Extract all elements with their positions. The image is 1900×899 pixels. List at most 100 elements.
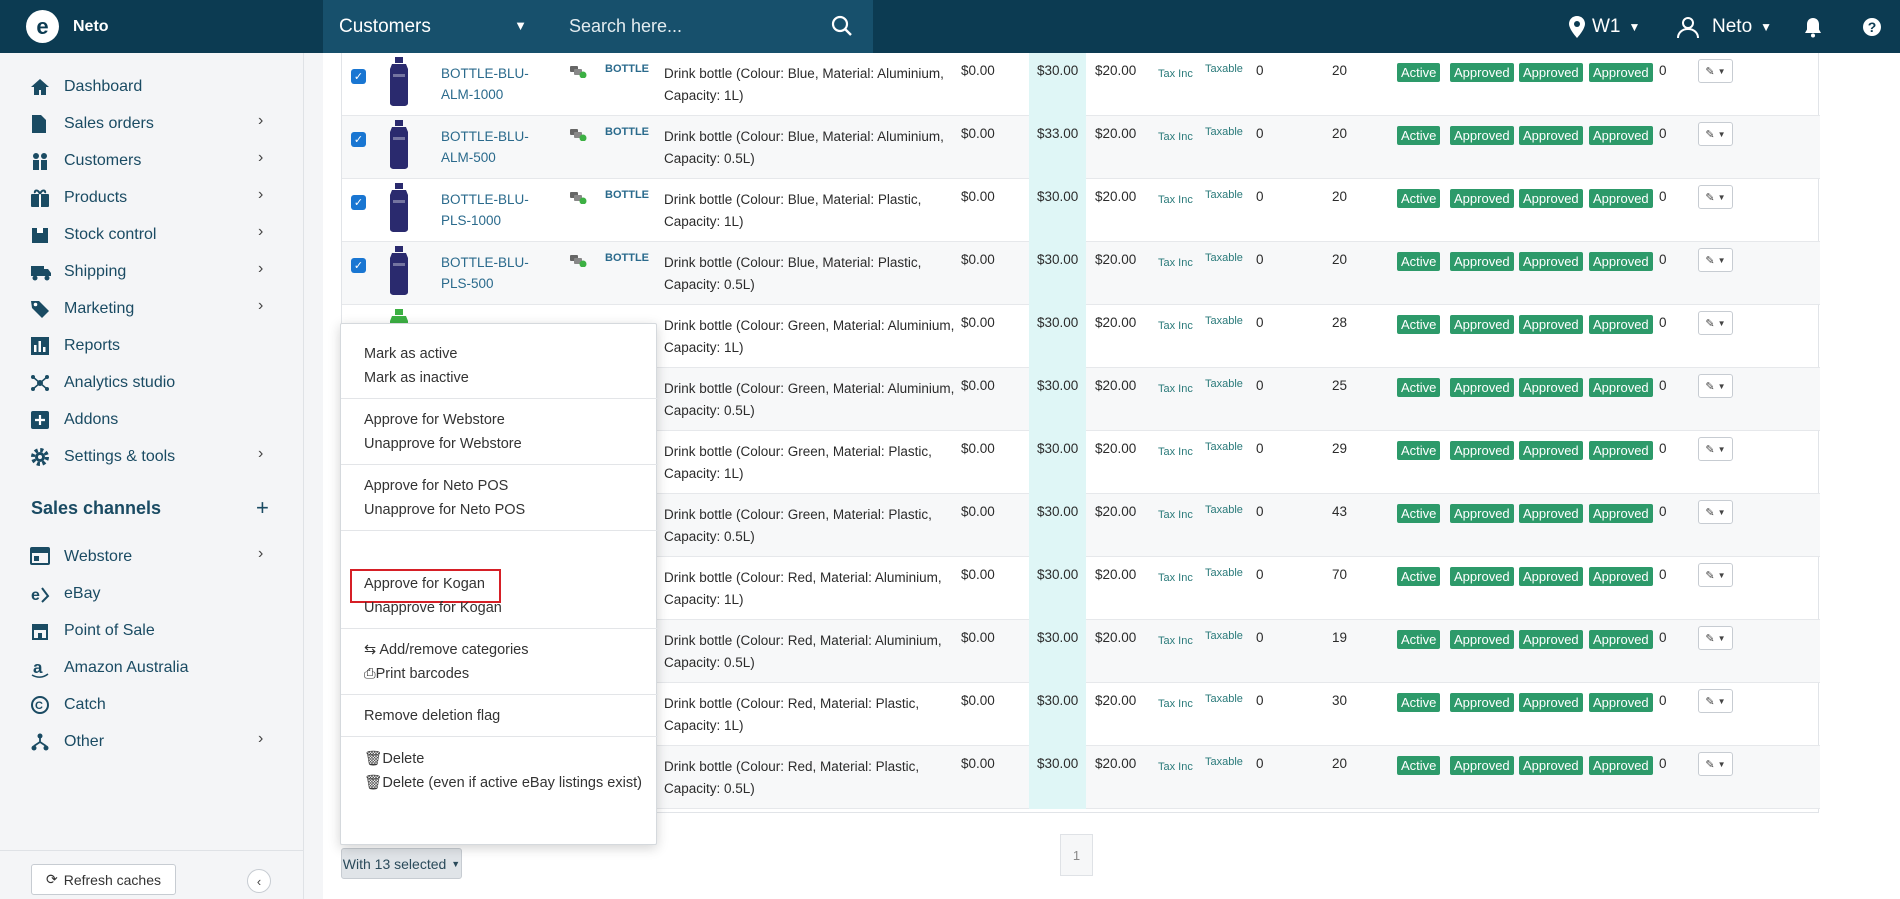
refresh-icon: ⟳	[45, 871, 58, 887]
menu-approve-webstore[interactable]: Approve for Webstore	[364, 412, 505, 428]
channel-item-ebay[interactable]: e eBay	[0, 578, 304, 610]
edit-button[interactable]: ✎ ▼	[1698, 437, 1733, 461]
collapse-sidebar-button[interactable]: ‹	[247, 869, 271, 893]
nav-label: Shipping	[64, 263, 127, 280]
row-checkbox[interactable]: ✓	[351, 69, 366, 84]
menu-delete-label: Delete	[382, 751, 425, 767]
edit-button[interactable]: ✎ ▼	[1698, 563, 1733, 587]
tax-inc: Tax Inc	[1158, 194, 1193, 206]
bulk-actions-label: With 13 selected	[342, 855, 447, 872]
nav-label: Stock control	[64, 226, 157, 243]
edit-button[interactable]: ✎ ▼	[1698, 122, 1733, 146]
edit-button[interactable]: ✎ ▼	[1698, 185, 1733, 209]
sidebar-item-customers[interactable]: Customers ›	[0, 145, 304, 177]
sidebar-item-dashboard[interactable]: Dashboard	[0, 71, 304, 103]
product-thumbnail	[384, 56, 414, 106]
qty-other: 0	[1659, 378, 1667, 393]
menu-categories[interactable]: ⇆ Add/remove categories	[364, 642, 529, 658]
channel-item-webstore[interactable]: Webstore ›	[0, 541, 304, 573]
menu-mark-active[interactable]: Mark as active	[364, 346, 457, 362]
menu-delete[interactable]: 🗑Delete	[364, 750, 424, 767]
sidebar-item-marketing[interactable]: Marketing ›	[0, 293, 304, 325]
qty-committed: 0	[1256, 756, 1264, 771]
brand[interactable]: e Neto	[26, 10, 109, 43]
search-icon[interactable]	[831, 15, 853, 37]
help-button[interactable]: ?	[1862, 0, 1882, 53]
edit-button[interactable]: ✎ ▼	[1698, 626, 1733, 650]
product-name: Drink bottle (Colour: Blue, Material: Pl…	[664, 255, 922, 292]
pagination-page[interactable]: 1	[1060, 834, 1093, 876]
table-row[interactable]: ✓ BOTTLE-BLU-ALM-500 BOTTLE Drink bottle (C…	[342, 116, 1820, 179]
refresh-caches-button[interactable]: ⟳ Refresh caches	[31, 864, 176, 895]
menu-approve-kogan[interactable]: Approve for Kogan	[364, 576, 485, 592]
qty-available: 20	[1332, 252, 1348, 267]
taxable: Taxable	[1205, 693, 1243, 705]
taxable: Taxable	[1205, 441, 1243, 453]
sidebar-item-shipping[interactable]: Shipping ›	[0, 256, 304, 288]
qty-committed: 0	[1256, 252, 1264, 267]
nav-label: Webstore	[64, 548, 133, 565]
table-row[interactable]: ✓ BOTTLE-BLU-ALM-1000 BOTTLE Drink bottle (…	[342, 53, 1820, 116]
section-select[interactable]: Customers ▼	[323, 0, 545, 53]
taxable: Taxable	[1205, 630, 1243, 642]
qty-other: 0	[1659, 315, 1667, 330]
menu-unapprove-pos[interactable]: Unapprove for Neto POS	[364, 502, 525, 518]
approved-badge: Approved	[1589, 693, 1653, 712]
edit-button[interactable]: ✎ ▼	[1698, 248, 1733, 272]
channel-item-catch[interactable]: C Catch	[0, 689, 304, 721]
channel-item-amazon-australia[interactable]: a Amazon Australia	[0, 652, 304, 684]
user-menu[interactable]: Neto ▼	[1676, 0, 1772, 53]
add-channel-icon[interactable]: +	[256, 495, 269, 521]
table-row[interactable]: ✓ BOTTLE-BLU-PLS-500 BOTTLE Drink bottle (C…	[342, 242, 1820, 305]
menu-approve-pos[interactable]: Approve for Neto POS	[364, 478, 508, 494]
sidebar-item-products[interactable]: Products ›	[0, 182, 304, 214]
edit-button[interactable]: ✎ ▼	[1698, 752, 1733, 776]
product-sku-link[interactable]: BOTTLE-BLU-PLS-1000	[441, 189, 556, 231]
table-row[interactable]: ✓ BOTTLE-BLU-PLS-1000 BOTTLE Drink bottle (…	[342, 179, 1820, 242]
bulk-actions-button[interactable]: With 13 selected ▼	[341, 848, 462, 879]
channel-item-point-of-sale[interactable]: Point of Sale	[0, 615, 304, 647]
price-cost: $0.00	[961, 630, 995, 645]
edit-button[interactable]: ✎ ▼	[1698, 689, 1733, 713]
sidebar-item-addons[interactable]: Addons	[0, 404, 304, 436]
menu-print-barcodes-label: Print barcodes	[375, 666, 470, 682]
qty-available: 20	[1332, 126, 1348, 141]
row-checkbox[interactable]: ✓	[351, 195, 366, 210]
channel-item-other[interactable]: Other ›	[0, 726, 304, 758]
menu-remove-deletion-flag[interactable]: Remove deletion flag	[364, 708, 500, 724]
price-rrp: $30.00	[1037, 567, 1079, 582]
menu-print-barcodes[interactable]: ⎙Print barcodes	[364, 666, 469, 682]
price-rrp: $30.00	[1037, 252, 1079, 267]
menu-unapprove-webstore[interactable]: Unapprove for Webstore	[364, 436, 522, 452]
menu-mark-inactive[interactable]: Mark as inactive	[364, 370, 469, 386]
product-sku-link[interactable]: BOTTLE-BLU-PLS-500	[441, 252, 556, 294]
status-badge: Active	[1397, 252, 1441, 271]
notifications-button[interactable]	[1803, 0, 1823, 53]
search-input[interactable]: Search here...	[545, 0, 873, 53]
sidebar-item-settings-tools[interactable]: Settings & tools ›	[0, 441, 304, 473]
edit-button[interactable]: ✎ ▼	[1698, 311, 1733, 335]
menu-delete-force[interactable]: 🗑Delete (even if active eBay listings ex…	[364, 774, 642, 791]
edit-icon: ✎	[1705, 506, 1715, 519]
user-label: Neto	[1712, 15, 1753, 37]
taxable: Taxable	[1205, 63, 1243, 75]
sidebar-item-analytics-studio[interactable]: Analytics studio	[0, 367, 304, 399]
edit-icon: ✎	[1705, 317, 1715, 330]
row-checkbox[interactable]: ✓	[351, 132, 366, 147]
webstore-icon	[30, 547, 52, 567]
edit-button[interactable]: ✎ ▼	[1698, 59, 1733, 83]
location-select[interactable]: W1 ▼	[1568, 0, 1640, 53]
nav-label: Amazon Australia	[64, 659, 189, 676]
edit-button[interactable]: ✎ ▼	[1698, 374, 1733, 398]
product-sku-link[interactable]: BOTTLE-BLU-ALM-500	[441, 126, 556, 168]
menu-unapprove-kogan[interactable]: Unapprove for Kogan	[364, 600, 502, 616]
sidebar-item-reports[interactable]: Reports	[0, 330, 304, 362]
product-sku-link[interactable]: BOTTLE-BLU-ALM-1000	[441, 63, 556, 105]
caret-down-icon: ▼	[1717, 507, 1726, 517]
menu-divider	[341, 398, 658, 399]
edit-button[interactable]: ✎ ▼	[1698, 500, 1733, 524]
row-checkbox[interactable]: ✓	[351, 258, 366, 273]
sidebar-item-sales-orders[interactable]: Sales orders ›	[0, 108, 304, 140]
price-rrp: $30.00	[1037, 693, 1079, 708]
sidebar-item-stock-control[interactable]: Stock control ›	[0, 219, 304, 251]
